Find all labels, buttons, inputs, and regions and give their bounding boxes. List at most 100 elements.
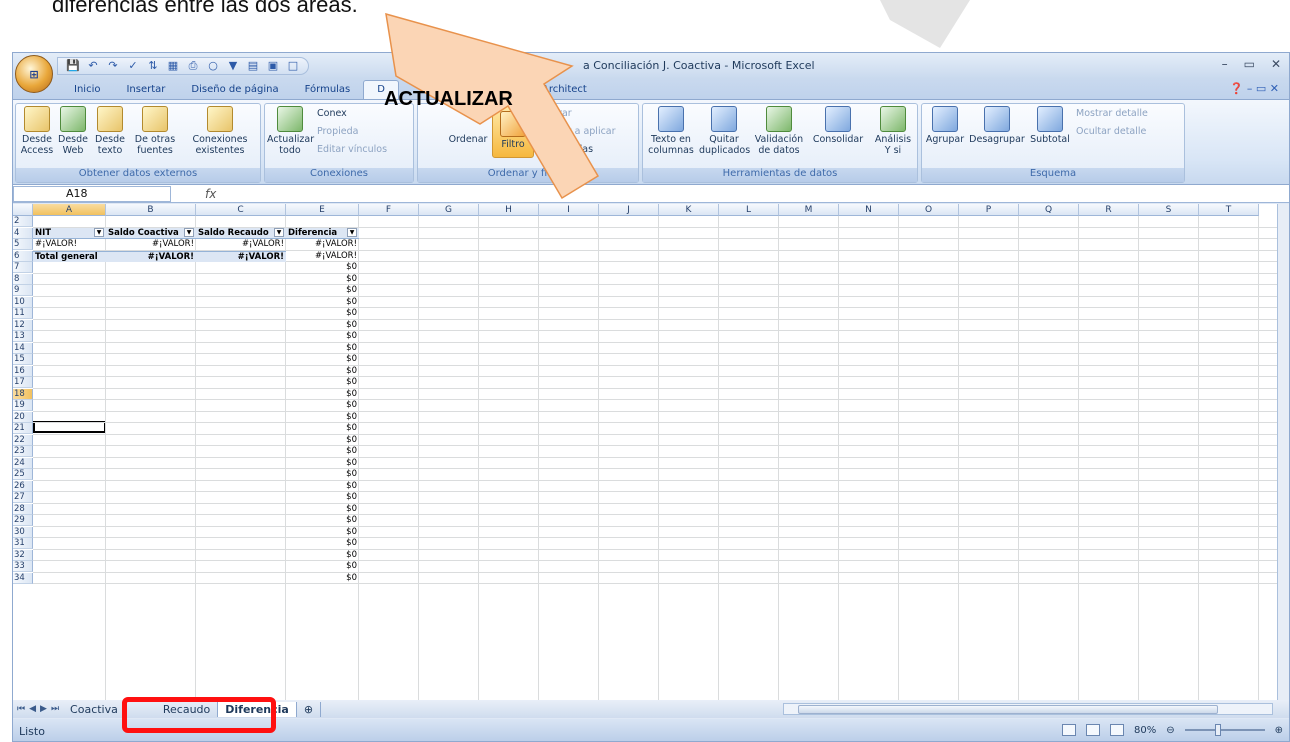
minimize-button[interactable]: – [1222, 57, 1228, 71]
column-header-B[interactable]: B [106, 204, 196, 216]
row-header-10[interactable]: 10 [13, 296, 33, 308]
page-layout-icon[interactable] [1085, 724, 1100, 736]
desde-web-button[interactable]: Desde Web [56, 106, 90, 156]
row-header-27[interactable]: 27 [13, 492, 33, 503]
spreadsheet-grid[interactable]: A B C E F G H I J K L M N O P Q R S T 2 4 5 6 7 8 9 10 11 12 13 14 15 16… [13, 204, 1279, 700]
diferencia-zero-cell[interactable]: $0 [286, 320, 359, 331]
new-sheet-icon[interactable]: ⊕ [297, 701, 322, 717]
row-header-31[interactable]: 31 [13, 538, 33, 549]
diferencia-zero-cell[interactable]: $0 [286, 481, 359, 492]
row-header-21[interactable]: 21 [13, 423, 33, 434]
pivot-header-2[interactable]: Saldo Recaudo ▼ [196, 227, 286, 239]
column-header-N[interactable]: N [839, 204, 899, 216]
circle-icon[interactable]: ○ [206, 59, 220, 73]
filter-dropdown-icon[interactable]: ▼ [184, 227, 194, 237]
row-header-25[interactable]: 25 [13, 469, 33, 480]
pivot-total-cell[interactable]: #¡VALOR! [106, 250, 196, 262]
office-button[interactable]: ⊞ [15, 55, 53, 93]
row-header-34[interactable]: 34 [13, 572, 33, 584]
horizontal-scrollbar[interactable] [783, 703, 1273, 715]
sheet-nav-icon[interactable]: ⏮◀▶⏭ [17, 704, 63, 714]
sheet-tab-coactiva[interactable]: Coactiva [63, 701, 126, 717]
pivot-total-cell[interactable]: Total general [33, 250, 106, 262]
otras-fuentes-button[interactable]: De otras fuentes [130, 106, 180, 156]
filter-dropdown-icon[interactable]: ▼ [94, 227, 104, 237]
diferencia-zero-cell[interactable]: $0 [286, 573, 359, 584]
save-icon[interactable]: 💾 [66, 59, 80, 73]
column-header-S[interactable]: S [1139, 204, 1199, 216]
row-header-6[interactable]: 6 [13, 250, 33, 262]
diferencia-zero-cell[interactable]: $0 [286, 561, 359, 572]
diferencia-zero-cell[interactable]: $0 [286, 435, 359, 446]
row-header-9[interactable]: 9 [13, 285, 33, 296]
diferencia-zero-cell[interactable]: $0 [286, 366, 359, 377]
diferencia-zero-cell[interactable]: $0 [286, 262, 359, 273]
row-header-14[interactable]: 14 [13, 342, 33, 354]
column-header-J[interactable]: J [599, 204, 659, 216]
diferencia-zero-cell[interactable]: $0 [286, 412, 359, 423]
filter-quick-icon[interactable]: ▼ [226, 59, 240, 73]
row-header-4[interactable]: 4 [13, 227, 33, 239]
consolidar-button[interactable]: Consolidar [809, 106, 867, 145]
vertical-scrollbar[interactable] [1277, 204, 1289, 700]
diferencia-zero-cell[interactable]: $0 [286, 515, 359, 526]
conexiones-link[interactable]: Conex [317, 108, 347, 119]
undo-icon[interactable]: ↶ [86, 59, 100, 73]
row-header-8[interactable]: 8 [13, 273, 33, 285]
column-header-A[interactable]: A [33, 204, 106, 216]
tab-inicio[interactable]: Inicio [61, 81, 113, 99]
diferencia-zero-cell[interactable]: $0 [286, 550, 359, 561]
row-header-16[interactable]: 16 [13, 365, 33, 377]
desde-texto-button[interactable]: Desde texto [92, 106, 128, 156]
help-icon[interactable]: ❓ – ▭ ✕ [1230, 82, 1279, 95]
actualizar-todo-button[interactable]: Actualizar todo [267, 106, 314, 156]
row-header-32[interactable]: 32 [13, 549, 33, 561]
column-header-T[interactable]: T [1199, 204, 1259, 216]
agrupar-button[interactable]: Agrupar [924, 106, 966, 145]
zoom-out-icon[interactable]: ⊖ [1166, 725, 1174, 736]
column-header-E[interactable]: E [286, 204, 359, 216]
new-icon[interactable]: □ [286, 59, 300, 73]
zoom-slider[interactable] [1184, 724, 1265, 736]
tab-formulas[interactable]: Fórmulas [292, 81, 364, 99]
zoom-in-icon[interactable]: ⊕ [1275, 725, 1283, 736]
diferencia-zero-cell[interactable]: $0 [286, 285, 359, 296]
restore-button[interactable]: ▭ [1244, 57, 1255, 71]
column-header-K[interactable]: K [659, 204, 719, 216]
row-header-23[interactable]: 23 [13, 446, 33, 457]
row-header-24[interactable]: 24 [13, 457, 33, 469]
pivot-cell[interactable]: #¡VALOR! [33, 239, 106, 250]
diferencia-zero-cell[interactable]: $0 [286, 458, 359, 469]
conexiones-existentes-button[interactable]: Conexiones existentes [188, 106, 252, 156]
diferencia-zero-cell[interactable]: $0 [286, 331, 359, 342]
row-header-29[interactable]: 29 [13, 515, 33, 526]
row-header-15[interactable]: 15 [13, 354, 33, 365]
table-icon[interactable]: ▤ [246, 59, 260, 73]
column-header-L[interactable]: L [719, 204, 779, 216]
desagrupar-button[interactable]: Desagrupar [968, 106, 1026, 145]
filter-dropdown-icon[interactable]: ▼ [347, 227, 357, 237]
diferencia-zero-cell[interactable]: $0 [286, 343, 359, 354]
column-header-M[interactable]: M [779, 204, 839, 216]
column-header-Q[interactable]: Q [1019, 204, 1079, 216]
row-header-18[interactable]: 18 [13, 388, 33, 400]
pivot-header-3[interactable]: Diferencia ▼ [286, 227, 359, 239]
diferencia-zero-cell[interactable]: $0 [286, 308, 359, 319]
ocultar-detalle-link[interactable]: Ocultar detalle [1076, 126, 1146, 137]
diferencia-zero-cell[interactable]: $0 [286, 389, 359, 400]
row-header-2[interactable]: 2 [13, 216, 33, 227]
texto-columnas-button[interactable]: Texto en columnas [645, 106, 697, 156]
row-header-22[interactable]: 22 [13, 434, 33, 446]
spelling-icon[interactable]: ✓ [126, 59, 140, 73]
row-header-5[interactable]: 5 [13, 239, 33, 250]
pivot-cell[interactable]: #¡VALOR! [196, 239, 286, 250]
normal-view-icon[interactable] [1061, 724, 1076, 736]
zoom-level[interactable]: 80% [1134, 725, 1156, 736]
subtotal-button[interactable]: Subtotal [1028, 106, 1072, 145]
row-header-30[interactable]: 30 [13, 526, 33, 538]
diferencia-zero-cell[interactable]: $0 [286, 400, 359, 411]
diferencia-zero-cell[interactable]: $0 [286, 527, 359, 538]
column-header-O[interactable]: O [899, 204, 959, 216]
chart-icon[interactable]: ▦ [166, 59, 180, 73]
row-header-33[interactable]: 33 [13, 561, 33, 572]
